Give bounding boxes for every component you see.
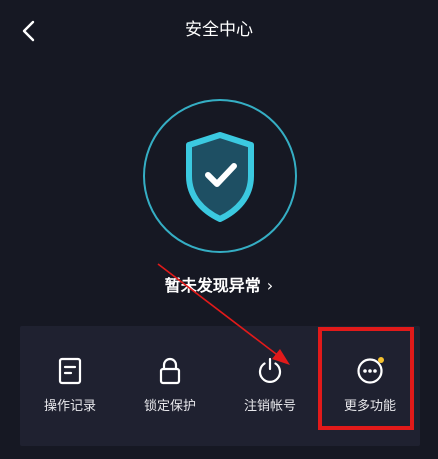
lock-protection-label: 锁定保护	[143, 399, 196, 414]
page-title: 安全中心	[185, 20, 253, 40]
power-icon	[258, 357, 282, 383]
notification-dot	[378, 357, 384, 363]
top-bar: 安全中心	[0, 0, 438, 62]
security-status-link[interactable]: 暂未发现异常 ›	[0, 274, 438, 298]
document-icon	[58, 357, 82, 385]
security-shield	[142, 98, 298, 254]
function-panel: 操作记录 锁定保护 注销帐号 更多功能	[20, 326, 420, 446]
more-functions-label: 更多功能	[343, 399, 396, 414]
security-center-page: 安全中心 暂未发现异常 › 操作记录 锁定保护 注销帐号 更多功能	[0, 0, 438, 459]
chevron-right-icon: ›	[266, 276, 274, 295]
status-text: 暂未发现异常	[164, 276, 261, 295]
operation-log-label: 操作记录	[43, 399, 96, 414]
lock-protection-button[interactable]: 锁定保护	[120, 326, 220, 446]
more-circle-icon	[357, 357, 384, 384]
more-functions-button[interactable]: 更多功能	[320, 326, 420, 446]
lock-icon	[159, 357, 181, 385]
operation-log-button[interactable]: 操作记录	[20, 326, 120, 446]
shield-check-icon	[186, 132, 254, 222]
cancel-account-button[interactable]: 注销帐号	[220, 326, 320, 446]
cancel-account-label: 注销帐号	[243, 399, 296, 414]
